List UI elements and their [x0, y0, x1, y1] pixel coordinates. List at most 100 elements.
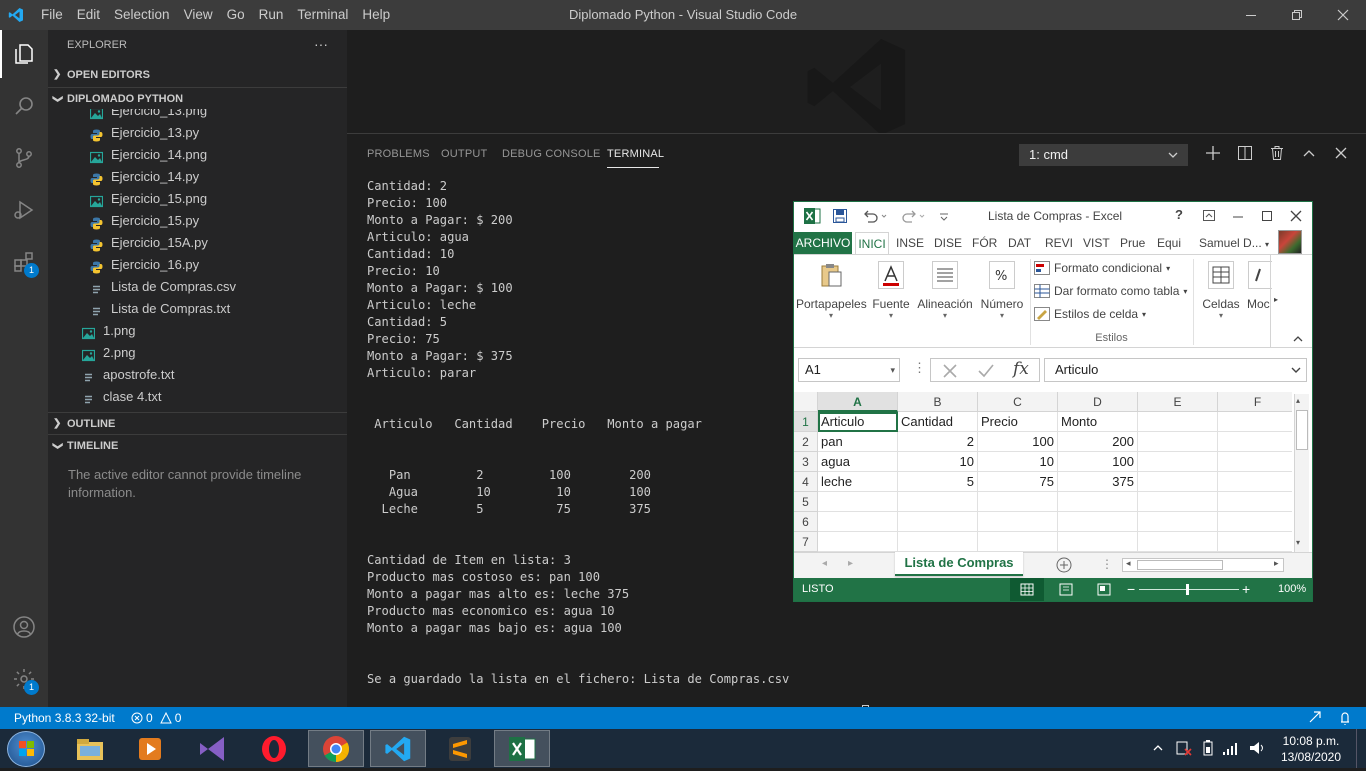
horizontal-scrollbar[interactable]: ◂ ▸ [1122, 558, 1284, 572]
folder-header[interactable]: ❯ DIPLOMADO PYTHON [48, 87, 347, 109]
tab-vista[interactable]: VIST [1083, 232, 1110, 254]
file-item[interactable]: Ejercicio_13.png [48, 109, 347, 122]
tab-pruebas[interactable]: Prue [1120, 232, 1145, 254]
chrome-icon[interactable] [308, 730, 364, 767]
next-sheet-icon[interactable]: ▸ [848, 558, 853, 569]
zoom-slider[interactable] [1139, 589, 1239, 590]
avatar[interactable] [1278, 230, 1302, 254]
alineacion-group[interactable]: Alineación ▾ [915, 255, 975, 320]
file-item[interactable]: Lista de Compras.txt [48, 298, 347, 320]
modificar-group[interactable]: Moc [1246, 255, 1272, 311]
network-status-icon[interactable] [1175, 739, 1193, 760]
file-item[interactable]: Ejercicio_14.png [48, 144, 347, 166]
extensions-icon[interactable]: 1 [0, 238, 48, 286]
settings-gear-icon[interactable]: 1 [0, 655, 48, 703]
more-actions-icon[interactable]: ··· [314, 36, 328, 52]
run-debug-icon[interactable] [0, 186, 48, 234]
close-panel-icon[interactable] [1333, 145, 1349, 164]
menu-file[interactable]: File [34, 0, 70, 30]
cell[interactable]: 100 [978, 432, 1058, 452]
maximize-panel-icon[interactable] [1301, 145, 1317, 164]
cell[interactable] [1138, 492, 1218, 512]
new-terminal-icon[interactable] [1205, 145, 1221, 164]
restore-button[interactable] [1274, 0, 1320, 30]
cell[interactable] [1218, 472, 1292, 492]
active-cell[interactable]: Articulo [818, 412, 898, 432]
menu-edit[interactable]: Edit [70, 0, 107, 30]
zoom-in-button[interactable]: + [1242, 578, 1250, 601]
add-sheet-icon[interactable] [1056, 557, 1072, 576]
cell[interactable] [978, 532, 1058, 552]
volume-icon[interactable] [1248, 739, 1266, 760]
cell[interactable]: Cantidad [898, 412, 978, 432]
dar-formato-tabla-button[interactable]: Dar formato como tabla ▾ [1034, 284, 1187, 298]
scroll-right-icon[interactable]: ▸ [1274, 558, 1279, 569]
sublime-text-icon[interactable] [432, 730, 488, 767]
tab-diseno[interactable]: DISE [934, 232, 962, 254]
normal-view-button[interactable] [1010, 578, 1044, 601]
cell[interactable] [1058, 532, 1138, 552]
horizontal-scroll-thumb[interactable] [1137, 560, 1223, 570]
file-item[interactable]: Ejercicio_15.py [48, 210, 347, 232]
column-header[interactable]: C [978, 392, 1058, 412]
menu-go[interactable]: Go [220, 0, 252, 30]
cell[interactable] [898, 492, 978, 512]
cell[interactable] [1218, 512, 1292, 532]
cell[interactable] [1058, 492, 1138, 512]
column-header[interactable]: A [818, 392, 898, 412]
vertical-scroll-thumb[interactable] [1296, 410, 1308, 450]
user-account[interactable]: Samuel D... ▾ [1199, 232, 1269, 254]
numero-group[interactable]: % Número ▾ [977, 255, 1027, 320]
tab-insertar[interactable]: INSE [896, 232, 924, 254]
formula-bar-handle[interactable]: ⋮ [913, 360, 926, 376]
vscode-taskbar-icon[interactable] [370, 730, 426, 767]
cell[interactable]: 5 [898, 472, 978, 492]
column-header[interactable]: D [1058, 392, 1138, 412]
menu-help[interactable]: Help [355, 0, 397, 30]
explorer-icon[interactable] [0, 30, 48, 78]
file-explorer-icon[interactable] [62, 730, 118, 767]
cell[interactable] [1058, 512, 1138, 532]
cell[interactable] [898, 532, 978, 552]
cell[interactable] [818, 512, 898, 532]
wifi-signal-icon[interactable] [1222, 739, 1240, 760]
page-layout-view-button[interactable] [1056, 578, 1076, 610]
file-item[interactable]: clase 4.txt [48, 386, 347, 408]
tab-output[interactable]: OUTPUT [441, 148, 487, 160]
tabs-splitter-handle[interactable]: ⋮ [1101, 557, 1113, 571]
outline-header[interactable]: ❯ OUTLINE [48, 412, 347, 434]
battery-icon[interactable] [1201, 739, 1215, 760]
name-box[interactable]: A1 ▾ [798, 358, 900, 382]
menu-terminal[interactable]: Terminal [290, 0, 355, 30]
cell[interactable]: Monto [1058, 412, 1138, 432]
fuente-group[interactable]: Fuente ▾ [870, 255, 912, 320]
media-player-icon[interactable] [122, 730, 178, 767]
row-header[interactable]: 1 [794, 412, 818, 432]
tray-expand-icon[interactable] [1153, 741, 1163, 758]
celdas-group[interactable]: Celdas ▾ [1196, 255, 1246, 320]
cell[interactable] [1138, 512, 1218, 532]
tab-formulas[interactable]: FÓR [972, 232, 997, 254]
show-desktop-button[interactable] [1356, 729, 1366, 768]
cell[interactable]: agua [818, 452, 898, 472]
menu-run[interactable]: Run [252, 0, 291, 30]
cell[interactable]: 100 [1058, 452, 1138, 472]
file-item[interactable]: Lista de Compras.csv [48, 276, 347, 298]
open-editors-header[interactable]: ❯ OPEN EDITORS [48, 64, 347, 86]
row-header[interactable]: 4 [794, 472, 818, 492]
account-icon[interactable] [0, 603, 48, 651]
file-item[interactable]: 1.png [48, 320, 347, 342]
row-header[interactable]: 2 [794, 432, 818, 452]
clock[interactable]: 10:08 p.m. 13/08/2020 [1276, 733, 1346, 765]
cell[interactable]: 200 [1058, 432, 1138, 452]
cell[interactable] [818, 492, 898, 512]
sheet-tab-active[interactable]: Lista de Compras [895, 552, 1023, 576]
cell[interactable]: 2 [898, 432, 978, 452]
python-interpreter[interactable]: Python 3.8.3 32-bit [14, 707, 115, 729]
cell[interactable] [1218, 432, 1292, 452]
formato-condicional-button[interactable]: Formato condicional ▾ [1034, 261, 1170, 275]
cell[interactable]: 375 [1058, 472, 1138, 492]
customize-toolbar-icon[interactable] [939, 208, 949, 227]
menu-view[interactable]: View [177, 0, 220, 30]
collapse-ribbon-icon[interactable] [1292, 331, 1304, 346]
